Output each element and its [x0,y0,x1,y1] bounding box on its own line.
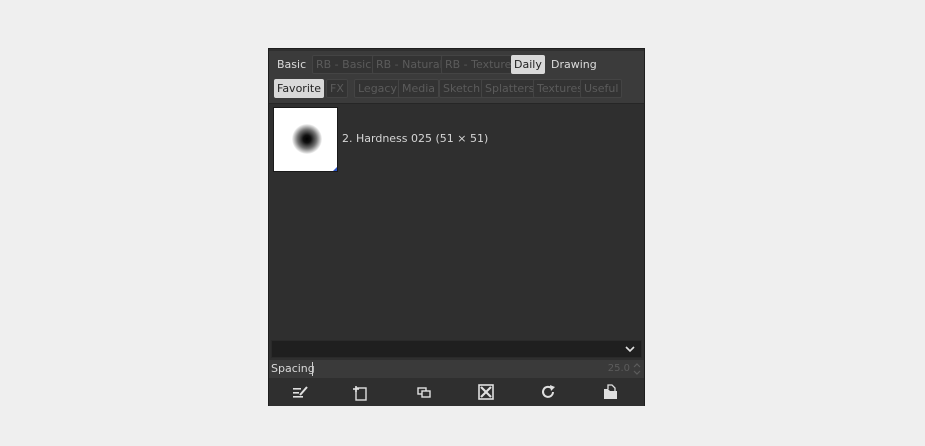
brush-name-label: 2. Hardness 025 (51 × 51) [342,132,489,145]
tag-textures[interactable]: Textures [533,79,587,98]
duplicate-brush-icon[interactable] [415,383,433,401]
spin-arrows-icon[interactable] [633,361,641,377]
tag-fx[interactable]: FX [326,79,348,98]
tag-useful[interactable]: Useful [580,79,623,98]
tag-rb-basic[interactable]: RB - Basic [312,55,376,74]
tag-splatters[interactable]: Splatters [481,79,539,98]
tag-rb-texture[interactable]: RB - Texture [441,55,516,74]
brush-thumbnail[interactable] [273,107,338,172]
new-brush-icon[interactable] [352,383,370,401]
tag-favorite[interactable]: Favorite [274,79,324,98]
brushes-panel: Basic RB - Basic RB - Natural RB - Textu… [268,48,645,406]
spacing-label: Spacing [271,362,315,375]
brush-list: 2. Hardness 025 (51 × 51) [269,104,644,339]
brush-preview-dot [292,124,322,154]
refresh-brushes-icon[interactable] [539,383,557,401]
chevron-down-icon [625,346,635,353]
tag-media[interactable]: Media [398,79,440,98]
spacing-field[interactable]: Spacing 25.0 [269,360,644,378]
brush-dropdown[interactable] [271,340,642,358]
tag-legacy[interactable]: Legacy [354,79,401,98]
selection-corner-marker [333,167,337,171]
tag-sketch[interactable]: Sketch [439,79,485,98]
spacing-value[interactable]: 25.0 [608,363,630,374]
delete-brush-icon[interactable] [477,383,495,401]
tag-drawing[interactable]: Drawing [548,55,600,74]
edit-brush-icon[interactable] [291,383,309,401]
tag-daily[interactable]: Daily [511,55,545,74]
tag-rb-natural[interactable]: RB - Natural [372,55,447,74]
open-as-image-icon[interactable] [602,383,620,401]
text-cursor [312,362,313,376]
brush-toolbar [269,379,644,406]
tag-bar-row-2: Favorite FX Legacy Media Sketch Splatter… [269,75,644,104]
tag-basic[interactable]: Basic [274,55,309,74]
